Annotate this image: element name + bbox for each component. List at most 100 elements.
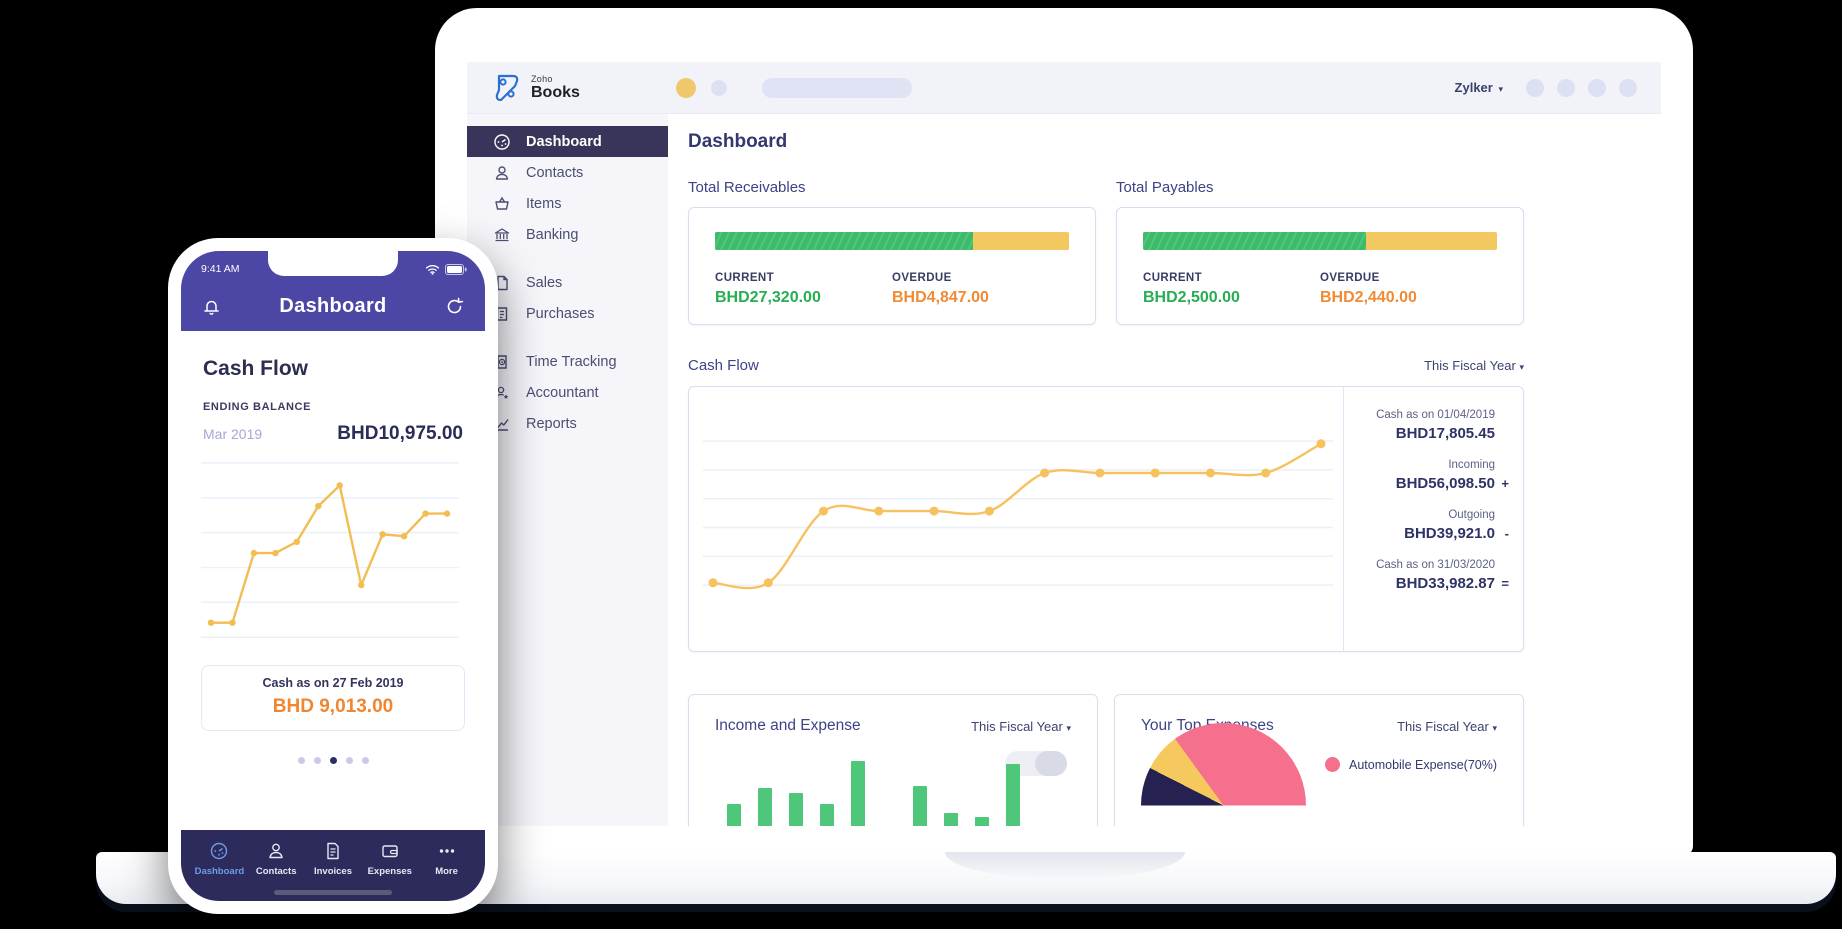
receivables-progress-fill (715, 232, 973, 250)
battery-icon (445, 264, 467, 275)
payables-card: CURRENT BHD2,500.00 OVERDUE BHD2,440.00 (1116, 207, 1524, 325)
receivables-card: CURRENT BHD27,320.00 OVERDUE BHD4,847.00 (688, 207, 1096, 325)
cashflow-chart (689, 387, 1343, 651)
phone-notch (268, 251, 398, 276)
dashboard-gauge-icon (493, 133, 511, 151)
more-dots-icon (437, 841, 457, 861)
cashflow-card: Cash as on 01/04/2019 BHD17,805.45 Incom… (688, 386, 1524, 652)
nav-item-contacts[interactable]: Contacts (248, 841, 304, 877)
sidebar-item-banking[interactable]: Banking (467, 219, 668, 250)
summary-row: Outgoing BHD39,921.0- (1352, 509, 1509, 542)
cashflow-line-chart (703, 401, 1333, 637)
org-switcher[interactable]: Zylker ▾ (1455, 80, 1503, 95)
banking-bank-icon (493, 226, 511, 244)
topbar-icon-placeholder-4[interactable] (1619, 79, 1637, 97)
summary-row: Cash as on 31/03/2020 BHD33,982.87= (1352, 559, 1509, 592)
contacts-person-icon (493, 164, 511, 182)
period-label: Mar 2019 (203, 426, 262, 442)
sidebar-item-label: Banking (526, 227, 578, 243)
top-expenses-card: Your Top Expenses This Fiscal Year ▾ Aut… (1114, 694, 1524, 826)
summary-row: Cash as on 01/04/2019 BHD17,805.45 (1352, 409, 1509, 442)
income-bar (975, 817, 989, 826)
cash-as-on-label: Cash as on 27 Feb 2019 (208, 676, 458, 690)
cashflow-summary-panel: Cash as on 01/04/2019 BHD17,805.45 Incom… (1343, 387, 1523, 651)
chevron-down-icon: ▾ (1498, 84, 1503, 94)
search-bar[interactable] (762, 78, 912, 98)
top-expenses-period-filter[interactable]: This Fiscal Year ▾ (1397, 719, 1497, 734)
logo-books-text: Books (531, 85, 580, 101)
topbar-icon-placeholder-1[interactable] (1526, 79, 1544, 97)
income-bar (1006, 764, 1020, 827)
zoho-books-logo: Zoho Books (491, 72, 580, 104)
phone-header: Dashboard (181, 281, 485, 331)
overdue-label: OVERDUE (892, 272, 1069, 284)
nav-item-dashboard[interactable]: Dashboard (191, 841, 247, 877)
carousel-dots (201, 757, 465, 764)
legend-dot (1325, 757, 1340, 772)
cashflow-title: Cash Flow (688, 357, 759, 374)
income-bar (913, 786, 927, 826)
sidebar-item-label: Sales (526, 275, 562, 291)
sidebar-item-label: Contacts (526, 165, 583, 181)
cash-as-on-value: BHD 9,013.00 (208, 696, 458, 718)
topbar-icon-placeholder-3[interactable] (1588, 79, 1606, 97)
main-content: Dashboard Total Receivables CURRENT (668, 114, 1661, 826)
items-basket-icon (493, 195, 511, 213)
top-expenses-legend: Automobile Expense(70%) (1325, 757, 1497, 772)
sidebar-item-label: Purchases (526, 306, 595, 322)
carousel-dot[interactable] (362, 757, 369, 764)
cashflow-period-filter[interactable]: This Fiscal Year ▾ (1424, 358, 1524, 373)
income-bar (944, 813, 958, 826)
laptop-trackpad-notch (945, 852, 1185, 879)
sidebar-item-dashboard[interactable]: Dashboard (467, 126, 668, 157)
phone-body: Cash Flow ENDING BALANCE Mar 2019 BHD10,… (181, 331, 485, 830)
income-bar (851, 761, 865, 826)
phone-cashflow-title: Cash Flow (203, 357, 465, 381)
ending-balance-label: ENDING BALANCE (203, 401, 465, 413)
current-label: CURRENT (1143, 272, 1320, 284)
payables-overdue-value: BHD2,440.00 (1320, 289, 1497, 307)
sidebar-item-label: Items (526, 196, 561, 212)
laptop-screen: Zoho Books Zylker ▾ Dashboard (467, 62, 1661, 826)
topbar-yellow-dot[interactable] (676, 78, 696, 98)
overdue-label: OVERDUE (1320, 272, 1497, 284)
payables-progress (1143, 232, 1497, 250)
home-indicator[interactable] (274, 890, 392, 895)
income-bar (758, 788, 772, 826)
sidebar-item-label: Accountant (526, 385, 599, 401)
nav-item-more[interactable]: More (419, 841, 475, 877)
current-label: CURRENT (715, 272, 892, 284)
refresh-icon[interactable] (444, 296, 465, 317)
carousel-dot[interactable] (298, 757, 305, 764)
phone-page-title: Dashboard (279, 295, 386, 318)
income-expense-period-filter[interactable]: This Fiscal Year ▾ (971, 719, 1071, 734)
sidebar-item-contacts[interactable]: Contacts (467, 157, 668, 188)
contacts-person-icon (266, 841, 286, 861)
topbar-icon-placeholder-2[interactable] (1557, 79, 1575, 97)
payables-title: Total Payables (1116, 179, 1524, 196)
chevron-down-icon: ▾ (1066, 723, 1071, 733)
bell-icon[interactable] (201, 296, 222, 317)
top-expenses-pie (1141, 723, 1306, 826)
income-expense-bars (727, 741, 1047, 826)
carousel-dot-active[interactable] (330, 757, 337, 764)
nav-item-expenses[interactable]: Expenses (362, 841, 418, 877)
status-time: 9:41 AM (201, 263, 240, 275)
sidebar-item-label: Dashboard (526, 134, 602, 150)
summary-row: Incoming BHD56,098.50+ (1352, 459, 1509, 492)
payables-current-value: BHD2,500.00 (1143, 289, 1320, 307)
payables-progress-fill (1143, 232, 1366, 250)
income-bar (789, 793, 803, 826)
income-expense-title: Income and Expense (715, 717, 861, 735)
topbar-gray-dot[interactable] (711, 80, 727, 96)
nav-item-invoices[interactable]: Invoices (305, 841, 361, 877)
phone-cash-card: Cash as on 27 Feb 2019 BHD 9,013.00 (201, 665, 465, 731)
receivables-title: Total Receivables (688, 179, 1096, 196)
legend-label: Automobile Expense(70%) (1349, 758, 1497, 772)
sidebar-item-items[interactable]: Items (467, 188, 668, 219)
phone-screen: 9:41 AM Dashboard Cash Flow ENDING BALAN… (181, 251, 485, 901)
carousel-dot[interactable] (346, 757, 353, 764)
receivables-overdue-value: BHD4,847.00 (892, 289, 1069, 307)
dashboard-gauge-icon (209, 841, 229, 861)
carousel-dot[interactable] (314, 757, 321, 764)
